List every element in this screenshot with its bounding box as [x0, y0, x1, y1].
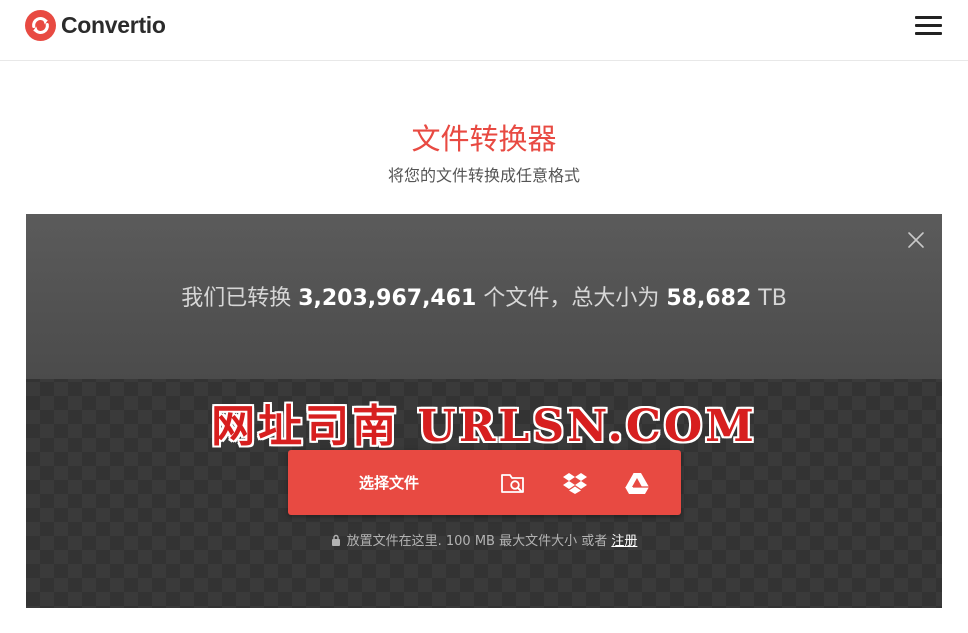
register-link[interactable]: 注册: [611, 534, 637, 549]
stats-banner: 我们已转换 3,203,967,461 个文件，总大小为 58,682 TB: [26, 214, 942, 379]
page-title: 文件转换器: [411, 122, 557, 156]
brand-logo[interactable]: Convertio: [25, 10, 166, 41]
stats-unit: TB: [758, 286, 787, 311]
drop-hint-text: 放置文件在这里. 100 MB 最大文件大小 或者: [346, 534, 608, 549]
stats-middle: 个文件，总大小为: [483, 286, 660, 311]
conversion-stats: 我们已转换 3,203,967,461 个文件，总大小为 58,682 TB: [26, 280, 942, 312]
stats-file-count: 3,203,967,461: [298, 286, 477, 311]
page-subtitle: 将您的文件转换成任意格式: [387, 166, 580, 185]
dropbox-icon[interactable]: [562, 470, 588, 496]
google-drive-icon[interactable]: [624, 470, 650, 496]
choose-files-button[interactable]: 选择文件: [288, 450, 490, 515]
folder-search-icon[interactable]: [500, 470, 526, 496]
watermark-text: 网址司南 URLSN.COM: [211, 401, 757, 452]
stats-total-size: 58,682: [666, 286, 752, 311]
upload-button-group: 选择文件: [288, 450, 681, 515]
convertio-logo-icon: [25, 10, 56, 41]
drop-hint: 放置文件在这里. 100 MB 最大文件大小 或者 注册: [26, 530, 942, 549]
stats-prefix: 我们已转换: [181, 286, 292, 311]
lock-icon: [331, 534, 340, 546]
top-header: Convertio: [0, 0, 968, 61]
hamburger-menu-icon[interactable]: [915, 16, 942, 36]
upload-panel[interactable]: 我们已转换 3,203,967,461 个文件，总大小为 58,682 TB 网…: [26, 214, 942, 608]
close-icon[interactable]: [906, 230, 926, 250]
brand-name: Convertio: [61, 12, 166, 38]
